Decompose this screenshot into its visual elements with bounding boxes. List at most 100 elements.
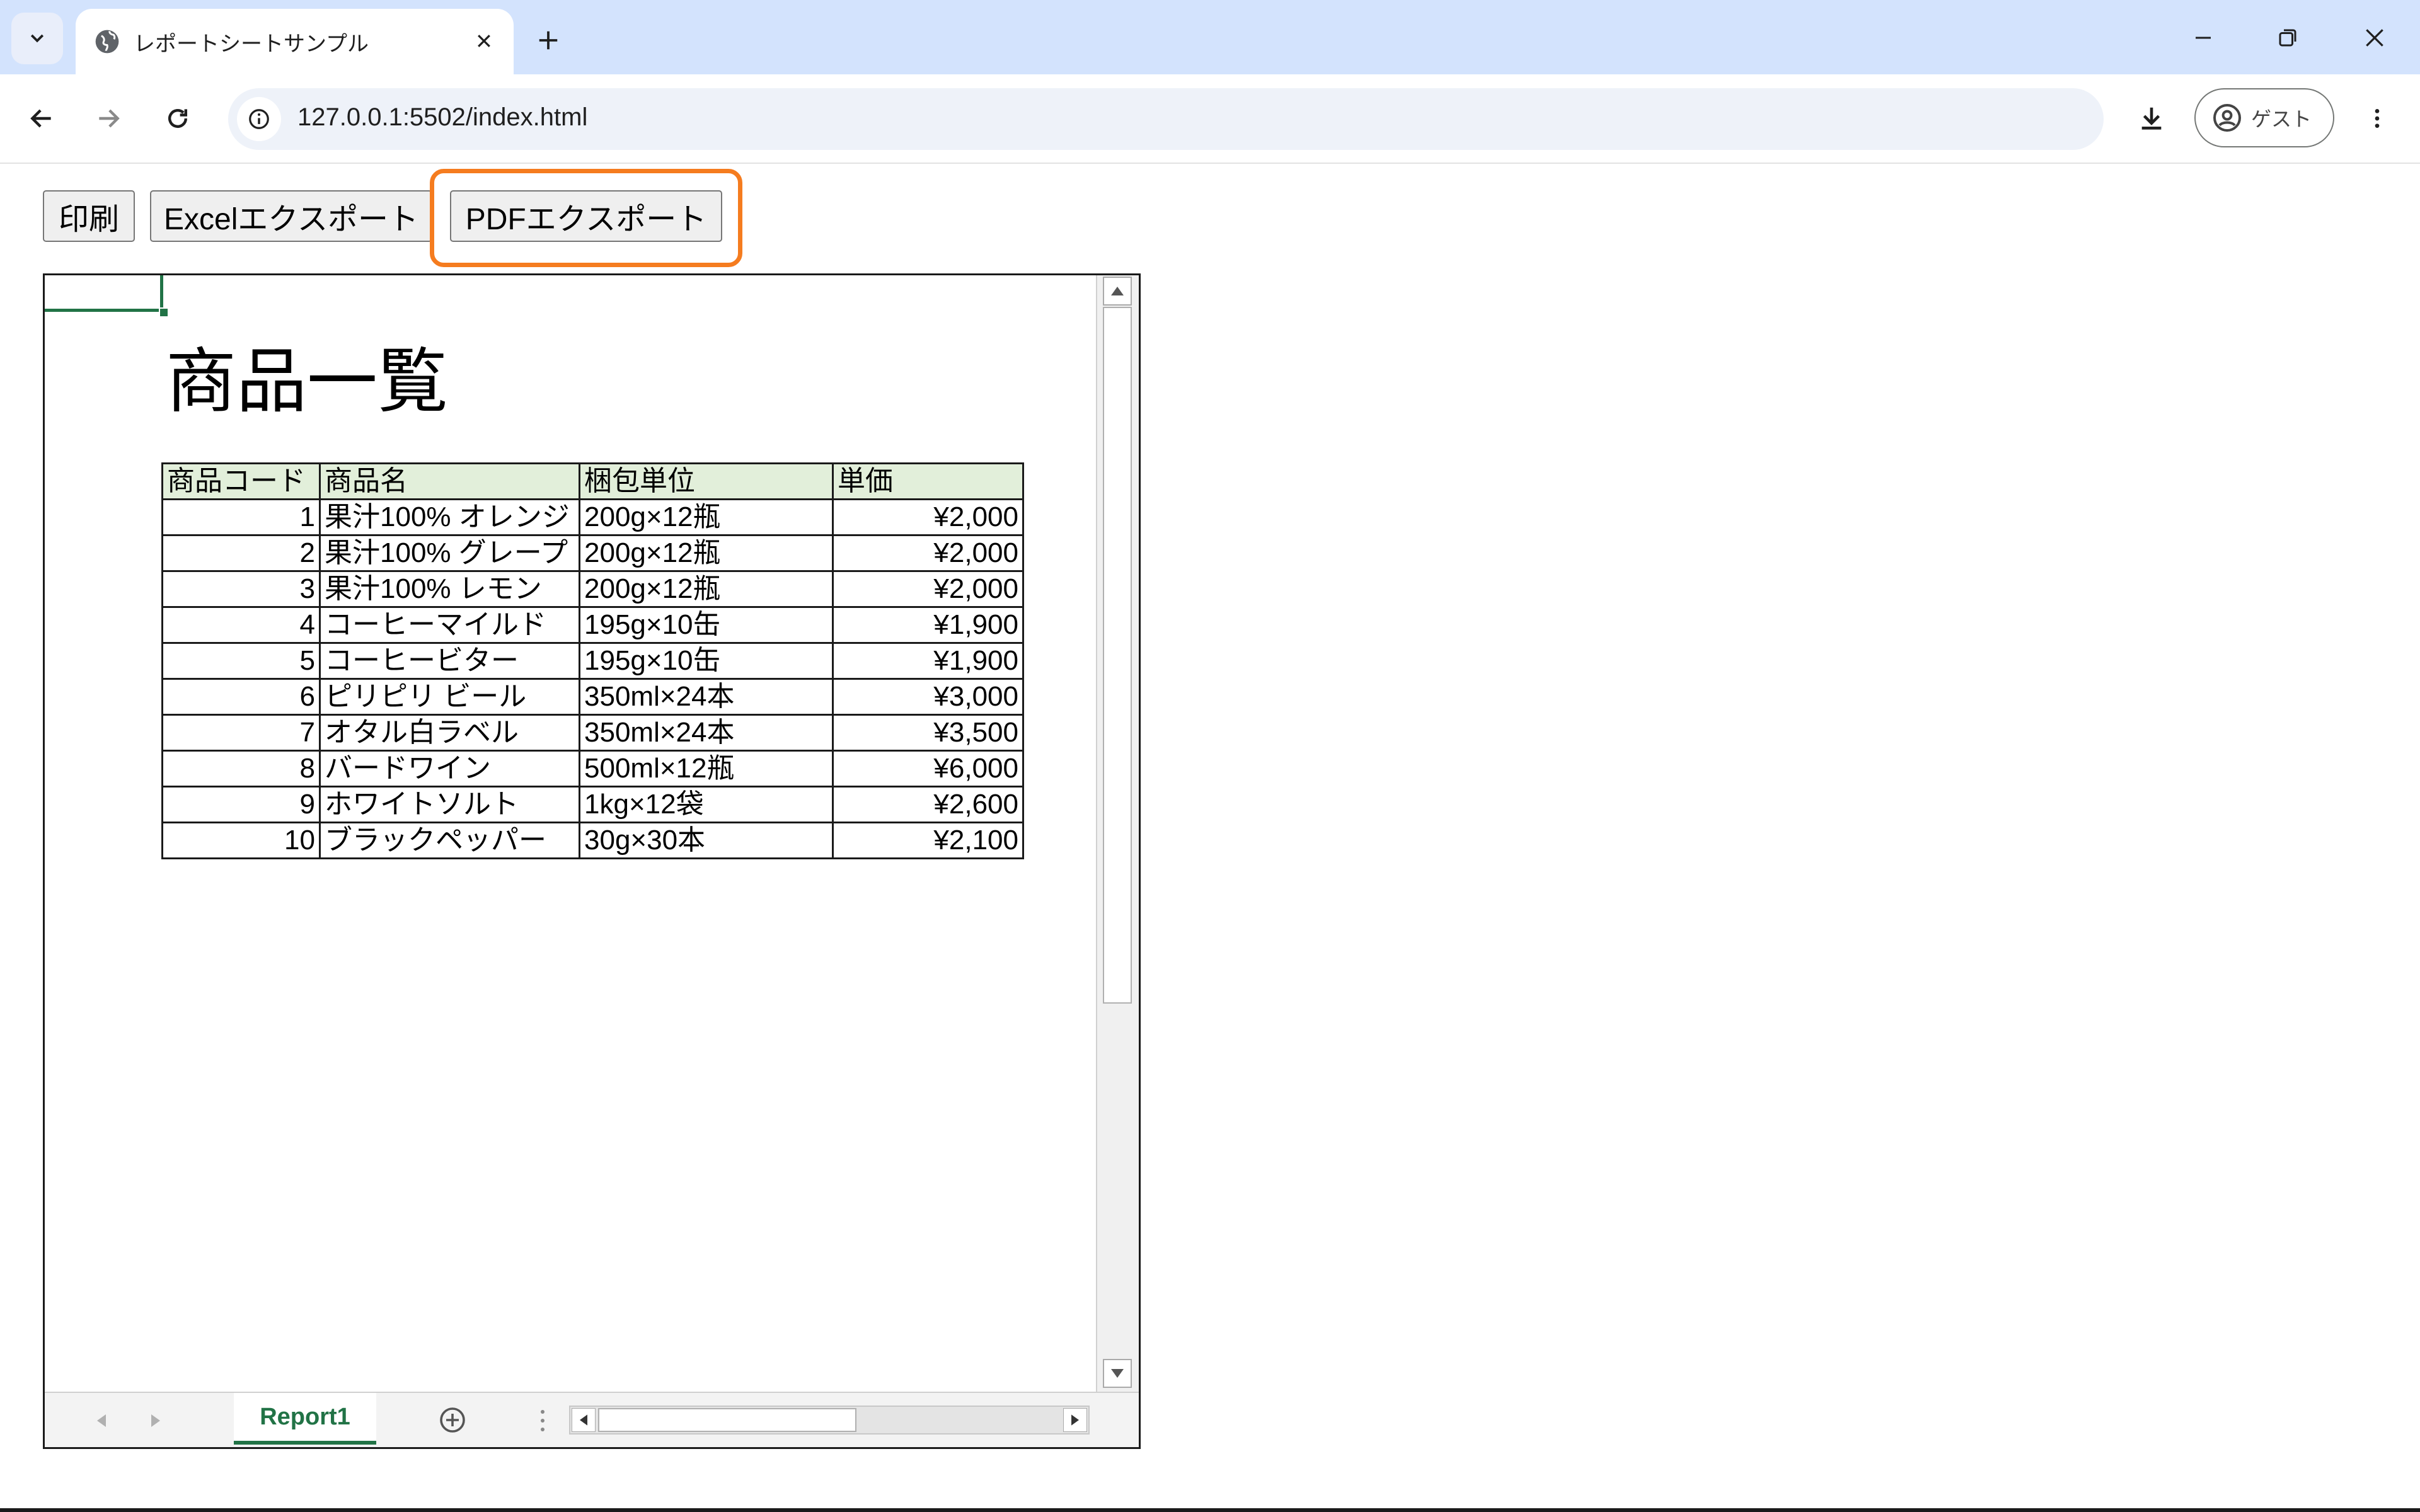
reload-button[interactable]: [151, 92, 204, 145]
downloads-button[interactable]: [2125, 92, 2178, 145]
forward-button[interactable]: [82, 92, 135, 145]
profile-button[interactable]: ゲスト: [2194, 88, 2334, 147]
site-info-button[interactable]: [237, 97, 281, 141]
code-cell[interactable]: 6: [161, 678, 321, 716]
triangle-up-icon: [1111, 287, 1124, 295]
vertical-scroll-thumb[interactable]: [1103, 307, 1132, 1004]
horizontal-scroll-thumb[interactable]: [598, 1408, 856, 1432]
sheet-tab-report1[interactable]: Report1: [234, 1393, 376, 1445]
name-cell[interactable]: 果汁100% オレンジ: [319, 498, 580, 536]
triangle-left-icon: [580, 1414, 587, 1426]
forward-icon: [99, 109, 120, 128]
triangle-right-icon: [151, 1414, 160, 1427]
code-cell[interactable]: 9: [161, 786, 321, 823]
code-cell[interactable]: 5: [161, 642, 321, 680]
price-cell[interactable]: ¥3,500: [832, 714, 1024, 752]
code-cell[interactable]: 10: [161, 822, 321, 859]
header-cell[interactable]: 商品名: [319, 462, 580, 500]
add-sheet-button[interactable]: [437, 1404, 468, 1436]
pdf-export-button[interactable]: PDFエクスポート: [450, 190, 722, 242]
next-sheet-button[interactable]: [143, 1408, 168, 1433]
package-cell[interactable]: 350ml×24本: [579, 714, 834, 752]
price-cell[interactable]: ¥3,000: [832, 678, 1024, 716]
browser-tab-strip: レポートシートサンプル: [0, 0, 2420, 74]
name-cell[interactable]: 果汁100% レモン: [319, 570, 580, 608]
table-row: 9 ホワイトソルト 1kg×12袋 ¥2,600: [161, 786, 1024, 823]
tab-list-button[interactable]: [11, 13, 63, 64]
price-cell[interactable]: ¥2,000: [832, 498, 1024, 536]
header-cell[interactable]: 単価: [832, 462, 1024, 500]
back-button[interactable]: [15, 92, 68, 145]
package-cell[interactable]: 195g×10缶: [579, 606, 834, 644]
triangle-left-icon: [97, 1414, 106, 1427]
tab-splitter-handle[interactable]: [536, 1406, 549, 1436]
code-cell[interactable]: 1: [161, 498, 321, 536]
download-icon: [2141, 107, 2162, 130]
package-cell[interactable]: 200g×12瓶: [579, 570, 834, 608]
spreadsheet[interactable]: 商品一覧 商品コード 商品名 梱包単位 単価 1 果汁100% オレンジ 200g×…: [43, 273, 1141, 1449]
table-row: 2 果汁100% グレープ 200g×12瓶 ¥2,000: [161, 534, 1024, 572]
reload-icon: [168, 109, 188, 129]
price-cell[interactable]: ¥2,100: [832, 822, 1024, 859]
browser-menu-button[interactable]: [2351, 92, 2404, 145]
table-row: 7 オタル白ラベル 350ml×24本 ¥3,500: [161, 714, 1024, 752]
minimize-icon: [2196, 37, 2211, 39]
code-cell[interactable]: 2: [161, 534, 321, 572]
name-cell[interactable]: オタル白ラベル: [319, 714, 580, 752]
table-row: 8 バードワイン 500ml×12瓶 ¥6,000: [161, 750, 1024, 788]
price-cell[interactable]: ¥2,600: [832, 786, 1024, 823]
package-cell[interactable]: 195g×10缶: [579, 642, 834, 680]
triangle-right-icon: [1071, 1414, 1079, 1426]
address-bar[interactable]: 127.0.0.1:5502/index.html: [228, 88, 2104, 150]
package-cell[interactable]: 200g×12瓶: [579, 498, 834, 536]
name-cell[interactable]: バードワイン: [319, 750, 580, 788]
scroll-right-button[interactable]: [1063, 1408, 1087, 1432]
back-icon: [30, 109, 51, 128]
name-cell[interactable]: ピリピリ ビール: [319, 678, 580, 716]
sheet-title[interactable]: 商品一覧: [166, 324, 448, 427]
excel-export-button[interactable]: Excelエクスポート: [150, 190, 432, 242]
code-cell[interactable]: 7: [161, 714, 321, 752]
window-close-button[interactable]: [2343, 13, 2406, 63]
price-cell[interactable]: ¥6,000: [832, 750, 1024, 788]
browser-toolbar: 127.0.0.1:5502/index.html ゲスト: [0, 74, 2420, 164]
name-cell[interactable]: コーヒービター: [319, 642, 580, 680]
header-cell[interactable]: 商品コード: [161, 462, 321, 500]
scroll-up-button[interactable]: [1103, 277, 1132, 306]
package-cell[interactable]: 350ml×24本: [579, 678, 834, 716]
table-row: 10 ブラックペッパー 30g×30本 ¥2,100: [161, 822, 1024, 859]
fill-handle[interactable]: [159, 307, 169, 318]
code-cell[interactable]: 4: [161, 606, 321, 644]
horizontal-scrollbar[interactable]: [569, 1406, 1090, 1435]
name-cell[interactable]: ブラックペッパー: [319, 822, 580, 859]
price-cell[interactable]: ¥1,900: [832, 606, 1024, 644]
name-cell[interactable]: 果汁100% グレープ: [319, 534, 580, 572]
minimize-button[interactable]: [2172, 13, 2235, 63]
code-cell[interactable]: 8: [161, 750, 321, 788]
price-cell[interactable]: ¥1,900: [832, 642, 1024, 680]
tab-title: レポートシートサンプル: [134, 32, 369, 57]
browser-tab[interactable]: レポートシートサンプル: [76, 9, 514, 74]
table-row: 6 ピリピリ ビール 350ml×24本 ¥3,000: [161, 678, 1024, 716]
product-table[interactable]: 商品コード 商品名 梱包単位 単価 1 果汁100% オレンジ 200g×12瓶 ¥2…: [161, 462, 1024, 859]
restore-button[interactable]: [2256, 13, 2319, 63]
new-tab-button[interactable]: [529, 21, 567, 59]
package-cell[interactable]: 500ml×12瓶: [579, 750, 834, 788]
header-cell[interactable]: 梱包単位: [579, 462, 834, 500]
scroll-left-button[interactable]: [572, 1408, 596, 1432]
print-button[interactable]: 印刷: [43, 190, 135, 242]
scroll-down-button[interactable]: [1103, 1359, 1132, 1388]
price-cell[interactable]: ¥2,000: [832, 534, 1024, 572]
url-text[interactable]: 127.0.0.1:5502/index.html: [297, 103, 587, 132]
vertical-scrollbar[interactable]: [1096, 275, 1139, 1392]
price-cell[interactable]: ¥2,000: [832, 570, 1024, 608]
package-cell[interactable]: 200g×12瓶: [579, 534, 834, 572]
prev-sheet-button[interactable]: [89, 1408, 114, 1433]
selected-cell[interactable]: [45, 275, 163, 312]
name-cell[interactable]: コーヒーマイルド: [319, 606, 580, 644]
package-cell[interactable]: 30g×30本: [579, 822, 834, 859]
package-cell[interactable]: 1kg×12袋: [579, 786, 834, 823]
code-cell[interactable]: 3: [161, 570, 321, 608]
name-cell[interactable]: ホワイトソルト: [319, 786, 580, 823]
close-tab-button[interactable]: [468, 25, 500, 57]
